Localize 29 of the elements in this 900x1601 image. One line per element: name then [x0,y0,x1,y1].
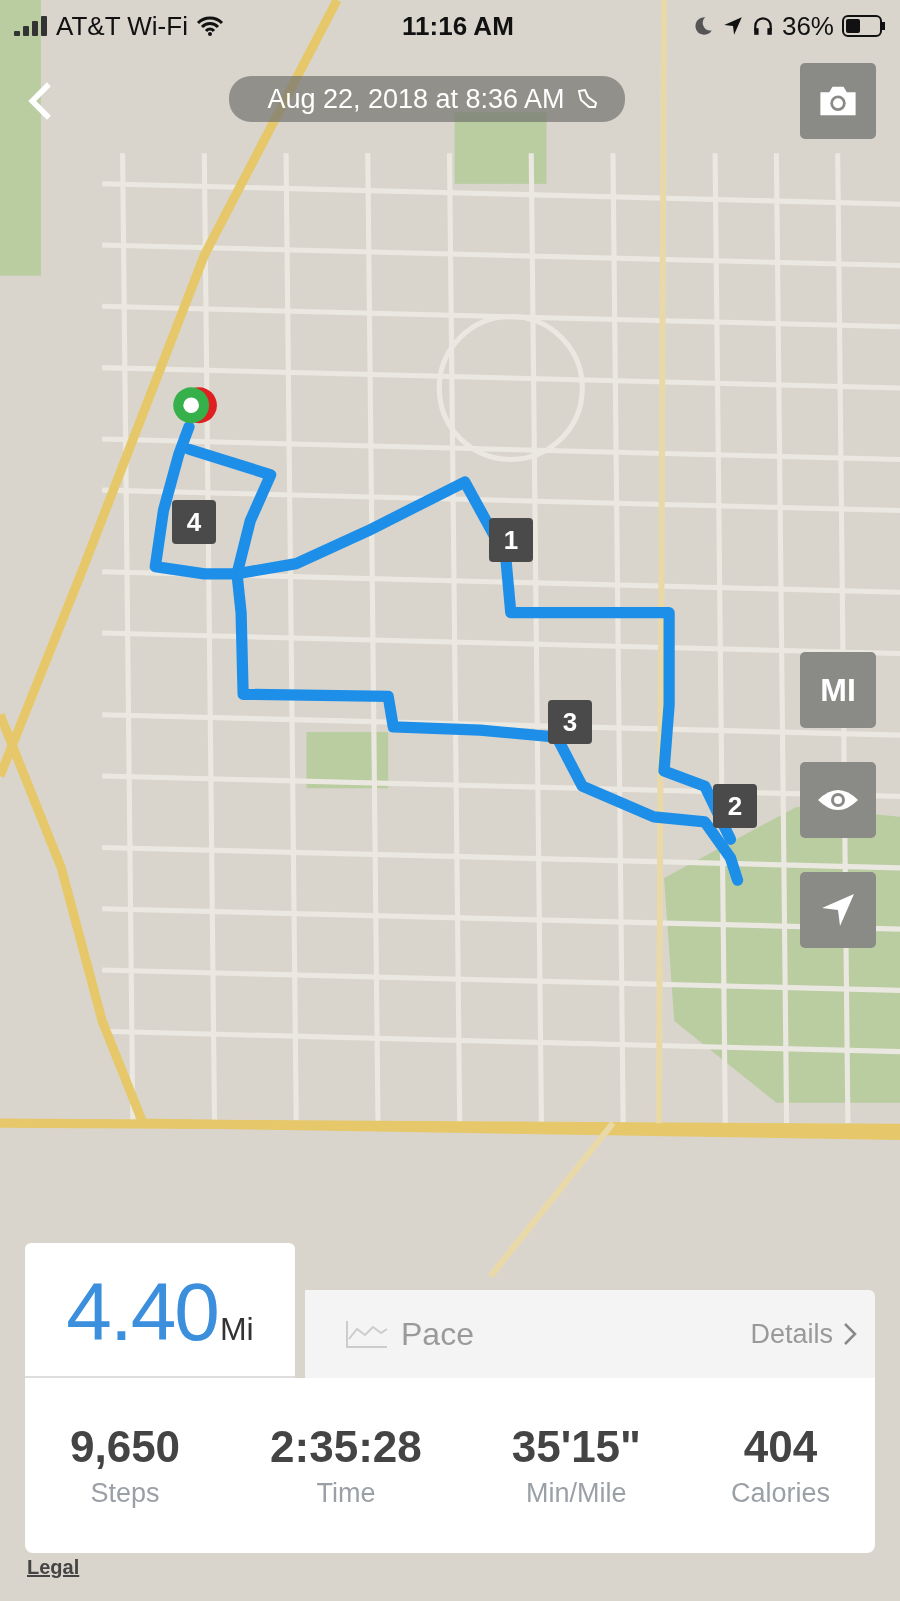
stat-label: Calories [730,1478,830,1509]
stat-value: 404 [743,1422,818,1472]
route-marker[interactable]: 2 [713,784,757,828]
battery-icon [842,15,886,37]
distance-value: 4.40 [66,1265,218,1359]
route-marker[interactable]: 1 [489,518,533,562]
locate-button[interactable] [800,872,876,948]
line-chart-icon [345,1319,389,1349]
stat-label: Min/Mile [526,1478,627,1509]
workout-date: Aug 22, 2018 at 8:36 AM [267,83,565,115]
stat-value: 35'15" [511,1422,641,1472]
distance-unit: Mi [219,1311,254,1348]
stat-value: 9,650 [70,1422,181,1472]
status-time: 11:16 AM [402,10,514,42]
camera-button[interactable] [800,63,876,139]
signal-icon [14,16,48,36]
distance-tab[interactable]: 4.40Mi [25,1243,295,1378]
wifi-icon [195,16,224,36]
route-marker[interactable]: 3 [548,700,592,744]
battery-percent: 36% [781,10,834,42]
carrier-name: AT&T Wi-Fi [56,10,188,42]
chevron-right-icon [843,1322,857,1346]
legal-link[interactable]: Legal [27,1556,80,1579]
visibility-button[interactable] [800,762,876,838]
stat-label: Time [316,1478,376,1509]
stat-label: Steps [90,1478,160,1509]
stat-value: 2:35:28 [270,1422,422,1472]
headphones-icon [751,15,774,37]
route-marker[interactable]: 4 [172,500,216,544]
